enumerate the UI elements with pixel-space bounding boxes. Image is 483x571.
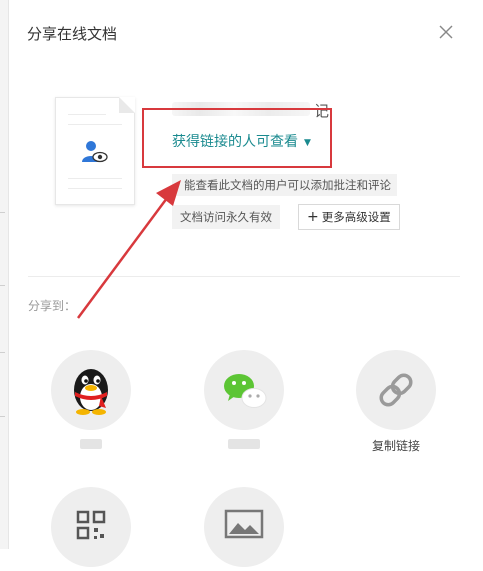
qq-penguin-icon bbox=[74, 369, 108, 415]
copy-link-label: 复制链接 bbox=[371, 439, 420, 453]
share-wechat-button[interactable] bbox=[204, 350, 284, 430]
edge-tick bbox=[0, 285, 5, 286]
shared-user-doc-icon bbox=[82, 141, 108, 163]
permission-dropdown[interactable]: 获得链接的人可查看 ▼ bbox=[172, 131, 311, 151]
edge-tick bbox=[0, 212, 5, 213]
share-image-button[interactable] bbox=[204, 487, 284, 567]
qrcode-icon bbox=[76, 510, 106, 540]
close-icon[interactable] bbox=[436, 22, 456, 42]
share-wechat-label bbox=[228, 439, 260, 449]
doc-line bbox=[68, 124, 122, 125]
share-to-label: 分享到： bbox=[28, 299, 77, 313]
share-qq-button[interactable] bbox=[51, 350, 131, 430]
advanced-settings-button[interactable]: + 更多高级设置 bbox=[298, 204, 400, 230]
image-icon bbox=[224, 509, 264, 539]
permission-description: 能查看此文档的用户可以添加批注和评论 bbox=[172, 174, 397, 196]
link-icon bbox=[379, 373, 413, 407]
edge-tick bbox=[0, 416, 5, 417]
edge-tick bbox=[0, 352, 5, 353]
wechat-icon bbox=[224, 374, 267, 408]
plus-icon: + bbox=[307, 209, 319, 225]
share-qrcode-button[interactable] bbox=[51, 487, 131, 567]
doc-line bbox=[68, 188, 122, 189]
annotation-arrow bbox=[76, 180, 181, 319]
doc-line bbox=[68, 114, 106, 115]
copy-link-button[interactable] bbox=[356, 350, 436, 430]
doc-line bbox=[68, 178, 122, 179]
document-thumbnail bbox=[55, 97, 135, 205]
dialog-title: 分享在线文档 bbox=[27, 25, 118, 43]
permission-label: 获得链接的人可查看 bbox=[172, 134, 298, 150]
share-qq-label bbox=[80, 439, 102, 449]
advanced-settings-label: 更多高级设置 bbox=[321, 210, 391, 224]
background-window-edge bbox=[0, 0, 9, 549]
caret-down-icon: ▼ bbox=[304, 138, 311, 148]
expiry-option[interactable]: 文档访问永久有效 bbox=[172, 205, 280, 229]
divider bbox=[28, 276, 460, 277]
page-fold bbox=[119, 97, 135, 113]
